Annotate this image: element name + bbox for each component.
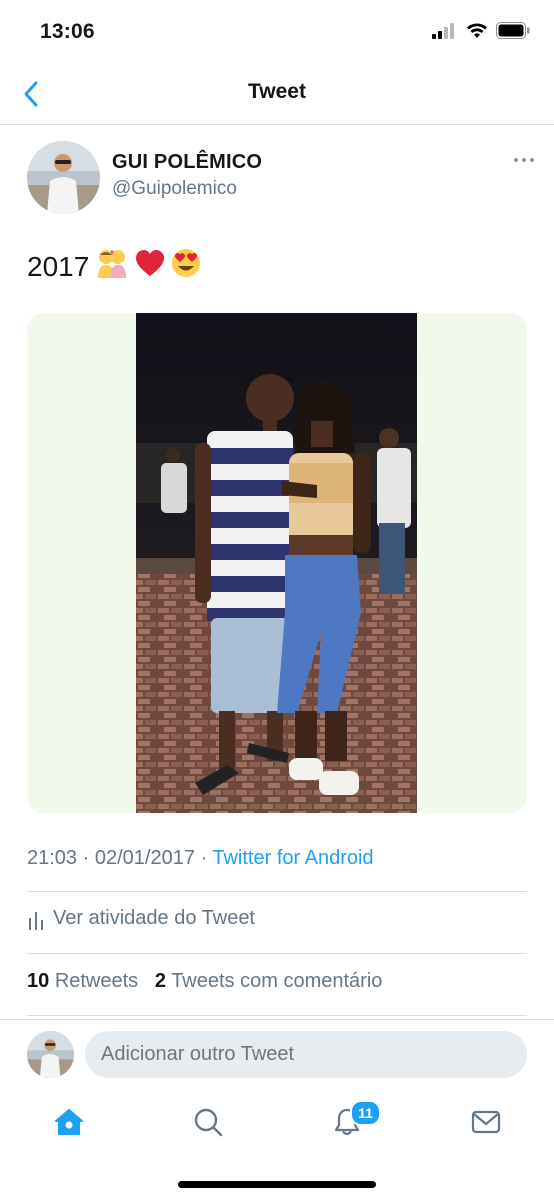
cellular-signal-icon xyxy=(432,22,458,44)
reply-input[interactable] xyxy=(85,1031,527,1078)
tweet-photo xyxy=(136,313,417,813)
comments-label: Tweets com comentário xyxy=(171,970,383,992)
meta-separator: · xyxy=(194,847,213,869)
tab-messages[interactable] xyxy=(466,1102,506,1142)
tab-search[interactable] xyxy=(188,1102,228,1142)
red-heart-emoji xyxy=(135,249,165,284)
heart-eyes-emoji xyxy=(171,248,201,285)
retweets-label: Retweets xyxy=(54,970,139,992)
tweet-stats: 10 Retweets 2 Tweets com comentário xyxy=(27,970,382,993)
more-dot xyxy=(522,158,526,162)
tweet-time: 21:03 xyxy=(27,847,78,869)
stats-divider xyxy=(27,1015,527,1016)
tweet-source-link[interactable]: Twitter for Android xyxy=(212,847,373,869)
tweet-date: 02/01/2017 xyxy=(94,847,195,869)
tweet-media[interactable] xyxy=(27,313,527,813)
retweets-stat[interactable]: 10 Retweets xyxy=(27,970,138,992)
search-icon xyxy=(194,1108,223,1137)
comments-count: 2 xyxy=(154,970,166,992)
tab-home[interactable] xyxy=(49,1102,89,1142)
meta-separator: · xyxy=(77,847,95,869)
tweet-activity-link[interactable]: Ver atividade do Tweet xyxy=(27,907,255,930)
header-divider xyxy=(0,124,554,125)
more-dot xyxy=(514,158,518,162)
status-icons xyxy=(432,22,530,44)
activity-chart-icon xyxy=(29,911,43,930)
user-avatar[interactable] xyxy=(27,1031,74,1078)
activity-divider xyxy=(27,953,527,954)
tweet-timestamp: 21:03 · 02/01/2017 · Twitter for Android xyxy=(27,847,374,870)
quote-tweets-stat[interactable]: 2 Tweets com comentário xyxy=(155,970,383,992)
status-time: 13:06 xyxy=(40,20,95,43)
notifications-badge: 11 xyxy=(350,1100,381,1126)
tweet-text-content: 2017 xyxy=(27,250,90,282)
author-name[interactable]: GUI POLÊMICO xyxy=(112,151,262,174)
author-avatar[interactable] xyxy=(27,141,100,214)
wifi-icon xyxy=(466,23,488,44)
couple-kissing-emoji xyxy=(95,247,129,286)
page-title: Tweet xyxy=(248,80,306,103)
reply-divider xyxy=(0,1019,554,1020)
tweet-text: 2017 xyxy=(27,247,201,286)
home-indicator xyxy=(178,1181,376,1188)
mail-icon xyxy=(471,1110,501,1134)
home-icon xyxy=(55,1109,83,1135)
battery-icon xyxy=(496,22,530,44)
retweets-count: 10 xyxy=(27,970,50,992)
more-options-button[interactable] xyxy=(514,158,534,162)
more-dot xyxy=(530,158,534,162)
activity-label: Ver atividade do Tweet xyxy=(53,907,255,929)
meta-divider xyxy=(27,891,527,892)
author-handle[interactable]: @Guipolemico xyxy=(112,178,237,200)
